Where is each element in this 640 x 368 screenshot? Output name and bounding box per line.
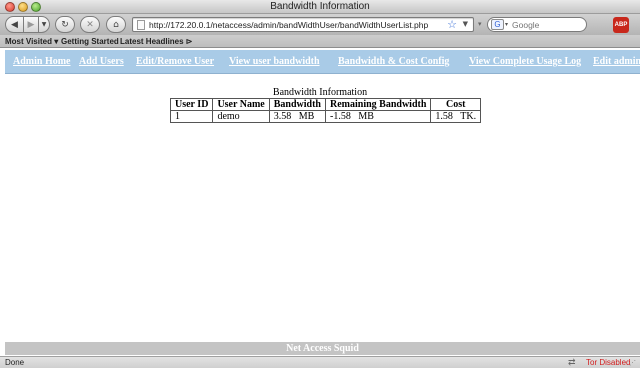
bookmark-latest-headlines[interactable]: Latest Headlines ⊳: [120, 37, 193, 46]
table-caption: Bandwidth Information: [272, 87, 368, 98]
column-header-user-id: User ID: [169, 98, 214, 111]
search-engine-caret-icon[interactable]: ▾: [505, 19, 508, 30]
status-text: Done: [5, 358, 25, 367]
cell-user-id: 1: [169, 110, 214, 123]
bandwidth-table: User ID User Name Bandwidth Remaining Ba…: [169, 98, 482, 123]
cell-cost: 1.58 TK.: [430, 110, 482, 123]
window-titlebar: Bandwidth Information: [0, 0, 640, 14]
back-button[interactable]: ◀: [5, 16, 24, 33]
cell-bandwidth: 3.58 MB: [268, 110, 327, 123]
bookmark-star-icon[interactable]: ☆: [447, 18, 457, 31]
table-header-row: User ID User Name Bandwidth Remaining Ba…: [169, 98, 482, 111]
table-row: 1 demo 3.58 MB -1.58 MB 1.58 TK.: [169, 110, 482, 123]
chevron-down-icon: ▼: [41, 21, 47, 28]
search-input[interactable]: [512, 18, 584, 31]
bookmark-getting-started[interactable]: Getting Started: [61, 37, 119, 46]
adblock-plus-icon[interactable]: ABP: [613, 17, 629, 33]
search-engine-icon[interactable]: G: [491, 19, 504, 30]
browser-toolbar: ◀ ▶ ▼ ↻ ✕ ⌂ ☆ ▼ ▾ G ▾ ABP: [0, 14, 640, 35]
nav-add-users[interactable]: Add Users: [79, 56, 124, 67]
stop-icon: ✕: [86, 19, 94, 30]
admin-nav-bar: Admin Home Add Users Edit/Remove User Vi…: [5, 50, 640, 74]
home-icon: ⌂: [113, 19, 119, 30]
url-dropdown-icon[interactable]: ▼: [463, 18, 468, 31]
stop-button[interactable]: ✕: [80, 16, 100, 33]
column-header-cost: Cost: [430, 98, 482, 111]
tor-status-toggle[interactable]: Tor Disabled: [586, 358, 630, 367]
cell-remaining-bandwidth: -1.58 MB: [324, 110, 432, 123]
window-title: Bandwidth Information: [270, 1, 370, 12]
column-header-user-name: User Name: [212, 98, 270, 111]
page-footer: Net Access Squid: [5, 342, 640, 355]
reload-icon: ↻: [61, 19, 69, 30]
nav-view-complete-usage-log[interactable]: View Complete Usage Log: [469, 56, 581, 67]
rss-dropdown-icon[interactable]: ▾: [478, 20, 482, 28]
reload-button[interactable]: ↻: [55, 16, 75, 33]
home-button[interactable]: ⌂: [106, 16, 126, 33]
bookmarks-bar: Most Visited ▾ Getting Started Latest He…: [0, 35, 640, 48]
nav-edit-remove-user[interactable]: Edit/Remove User: [136, 56, 214, 67]
cell-user-name: demo: [212, 110, 270, 123]
column-header-remaining-bandwidth: Remaining Bandwidth: [324, 98, 432, 111]
network-activity-icon: ⇄: [568, 357, 576, 367]
url-input[interactable]: [149, 18, 439, 31]
bookmark-most-visited[interactable]: Most Visited ▾: [5, 37, 58, 46]
url-bar[interactable]: ☆ ▼: [132, 17, 474, 32]
nav-admin-home[interactable]: Admin Home: [13, 56, 71, 67]
back-arrow-icon: ◀: [11, 19, 18, 30]
forward-button[interactable]: ▶: [23, 16, 39, 33]
nav-edit-admin[interactable]: Edit admin: [593, 56, 640, 67]
forward-arrow-icon: ▶: [27, 19, 35, 30]
nav-bandwidth-cost-config[interactable]: Bandwidth & Cost Config: [338, 56, 449, 67]
page-icon: [137, 20, 145, 30]
column-header-bandwidth: Bandwidth: [268, 98, 327, 111]
resize-grip-icon[interactable]: ⋰: [629, 359, 636, 367]
history-dropdown-button[interactable]: ▼: [38, 16, 50, 33]
nav-view-user-bandwidth[interactable]: View user bandwidth: [229, 56, 320, 67]
search-bar[interactable]: G ▾: [487, 17, 587, 32]
status-bar: Done ⇄ Tor Disabled ⋰: [0, 356, 640, 368]
